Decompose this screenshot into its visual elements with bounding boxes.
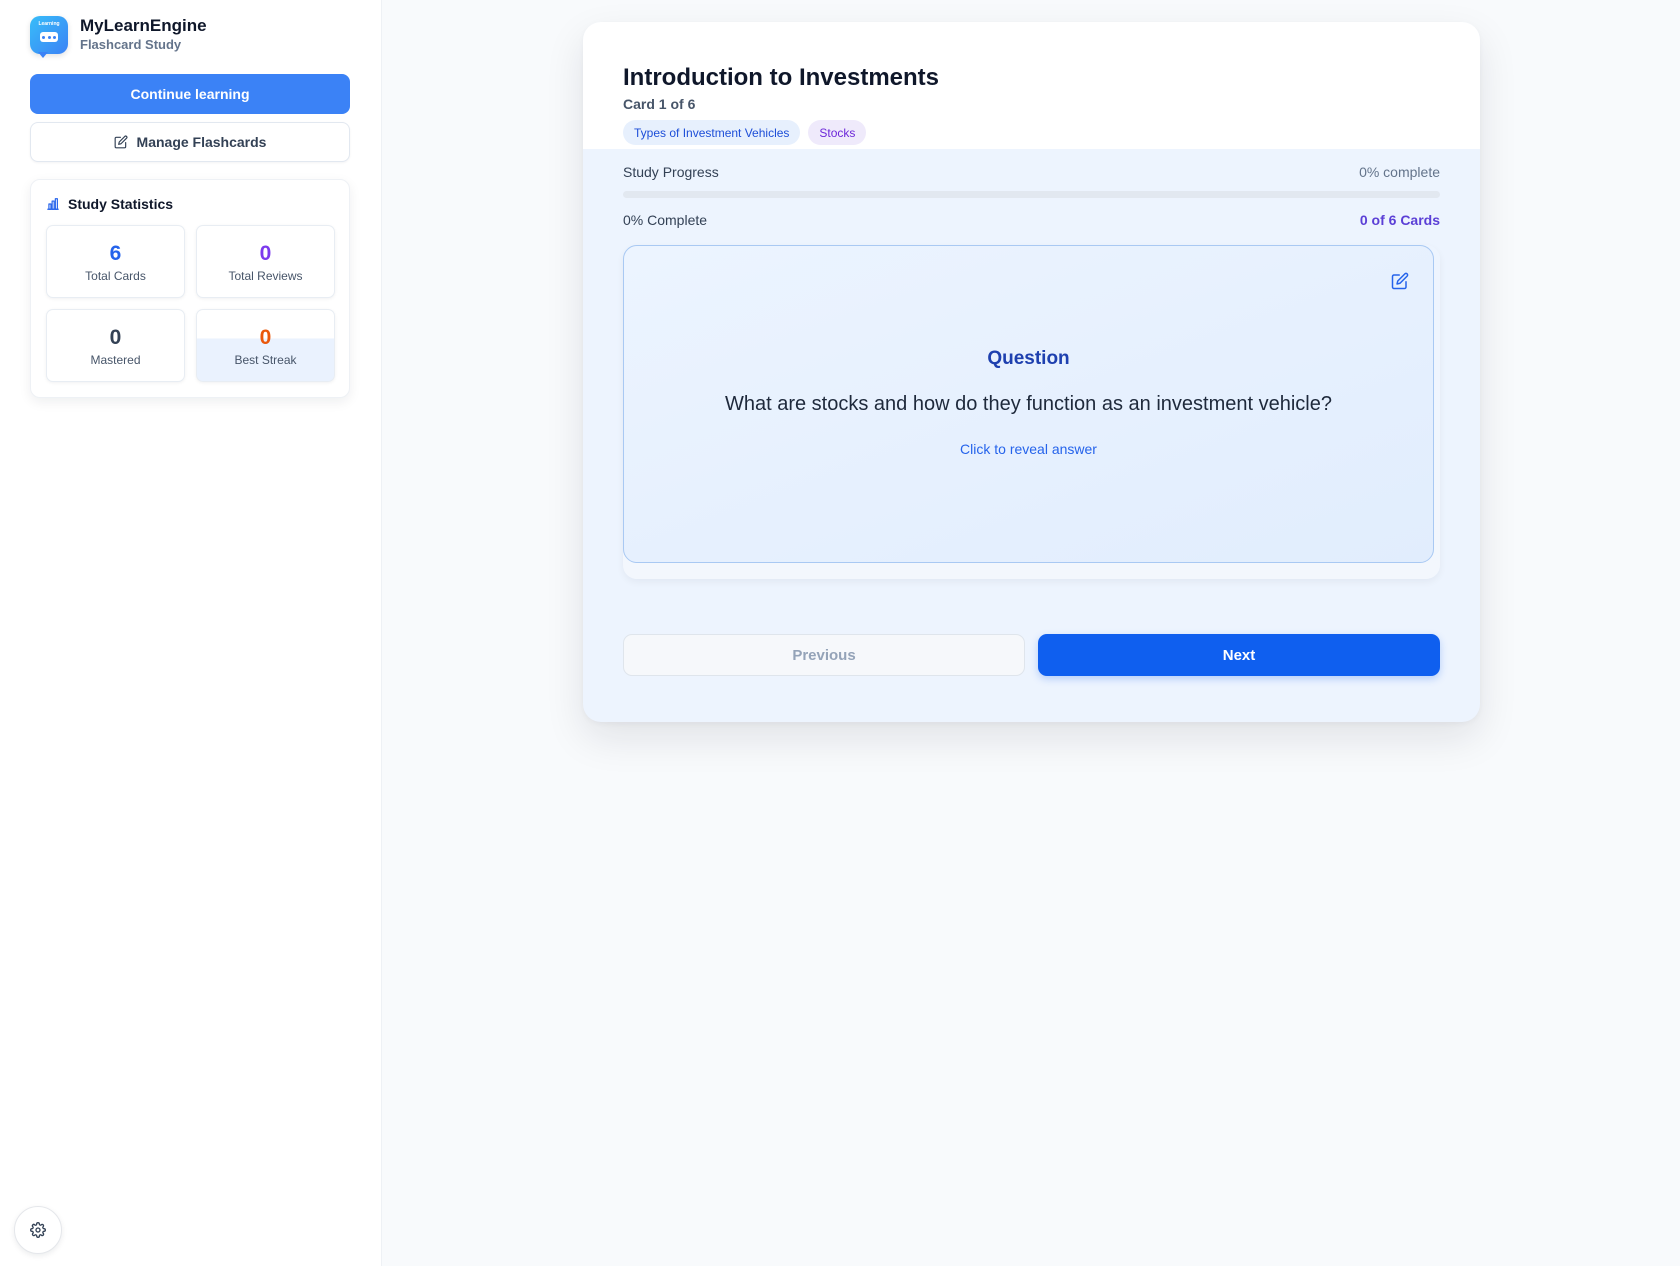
next-button[interactable]: Next [1038, 634, 1440, 676]
bar-chart-icon [47, 198, 59, 210]
continue-learning-button[interactable]: Continue learning [30, 74, 350, 114]
progress-cards-text: 0 of 6 Cards [1359, 212, 1440, 228]
app-logo-icon: Learning [30, 16, 68, 58]
progress-footer: 0% Complete 0 of 6 Cards [623, 212, 1440, 228]
stat-value: 0 [259, 241, 272, 265]
deck-header: Introduction to Investments Card 1 of 6 … [583, 22, 1480, 149]
chat-bubble-icon [40, 32, 58, 42]
deck-title: Introduction to Investments [623, 64, 940, 91]
stat-label: Total Cards [85, 268, 146, 283]
study-body: Study Progress 0% complete 0% Complete 0… [583, 149, 1480, 676]
stat-value: 0 [109, 325, 122, 349]
study-statistics-card: Study Statistics 6 Total Cards 0 Total R… [30, 179, 350, 398]
card-counter: Card 1 of 6 [623, 96, 696, 112]
progress-percent: 0% complete [1359, 164, 1440, 180]
flashcard-container: Question What are stocks and how do they… [623, 245, 1440, 579]
stat-label: Total Reviews [228, 268, 303, 283]
stat-mastered: 0 Mastered [46, 309, 185, 382]
stat-best-streak: 0 Best Streak [196, 309, 335, 382]
flashcard-study-panel: Introduction to Investments Card 1 of 6 … [583, 22, 1480, 722]
edit-icon [1391, 272, 1409, 290]
brand-text: MyLearnEngine Flashcard Study [80, 16, 207, 54]
progress-complete-text: 0% Complete [623, 212, 708, 228]
logo-text: Learning [38, 21, 60, 27]
progress-bar [623, 191, 1440, 198]
tag-chip: Stocks [808, 120, 867, 145]
stat-label: Mastered [90, 352, 141, 367]
main-area: Introduction to Investments Card 1 of 6 … [382, 0, 1680, 1266]
stats-heading-label: Study Statistics [68, 196, 174, 212]
flashcard[interactable]: Question What are stocks and how do they… [623, 245, 1434, 563]
progress-header: Study Progress 0% complete [623, 164, 1440, 180]
manage-flashcards-button[interactable]: Manage Flashcards [30, 122, 350, 162]
stat-value: 0 [259, 325, 272, 349]
card-navigation: Previous Next [623, 634, 1440, 676]
stat-value: 6 [109, 241, 122, 265]
previous-button[interactable]: Previous [623, 634, 1025, 676]
tag-chip: Types of Investment Vehicles [623, 120, 801, 145]
manage-flashcards-label: Manage Flashcards [136, 134, 267, 150]
study-statistics-heading: Study Statistics [46, 196, 334, 212]
reveal-answer-hint[interactable]: Click to reveal answer [624, 441, 1433, 457]
settings-button[interactable] [14, 1206, 62, 1254]
edit-icon [114, 135, 127, 149]
sidebar: Learning MyLearnEngine Flashcard Study C… [0, 0, 382, 1266]
stats-grid: 6 Total Cards 0 Total Reviews 0 Mastered… [46, 225, 335, 382]
question-text: What are stocks and how do they function… [724, 393, 1332, 415]
edit-card-button[interactable] [1391, 272, 1409, 295]
stat-label: Best Streak [234, 352, 297, 367]
card-side-label: Question [987, 348, 1070, 369]
stat-total-reviews: 0 Total Reviews [196, 225, 335, 298]
app-subtitle: Flashcard Study [80, 37, 182, 52]
gear-icon [30, 1222, 46, 1238]
brand: Learning MyLearnEngine Flashcard Study [30, 0, 351, 68]
progress-label: Study Progress [623, 164, 719, 180]
stat-total-cards: 6 Total Cards [46, 225, 185, 298]
deck-tags: Types of Investment Vehicles Stocks [623, 120, 1440, 145]
app-title: MyLearnEngine [80, 16, 207, 35]
